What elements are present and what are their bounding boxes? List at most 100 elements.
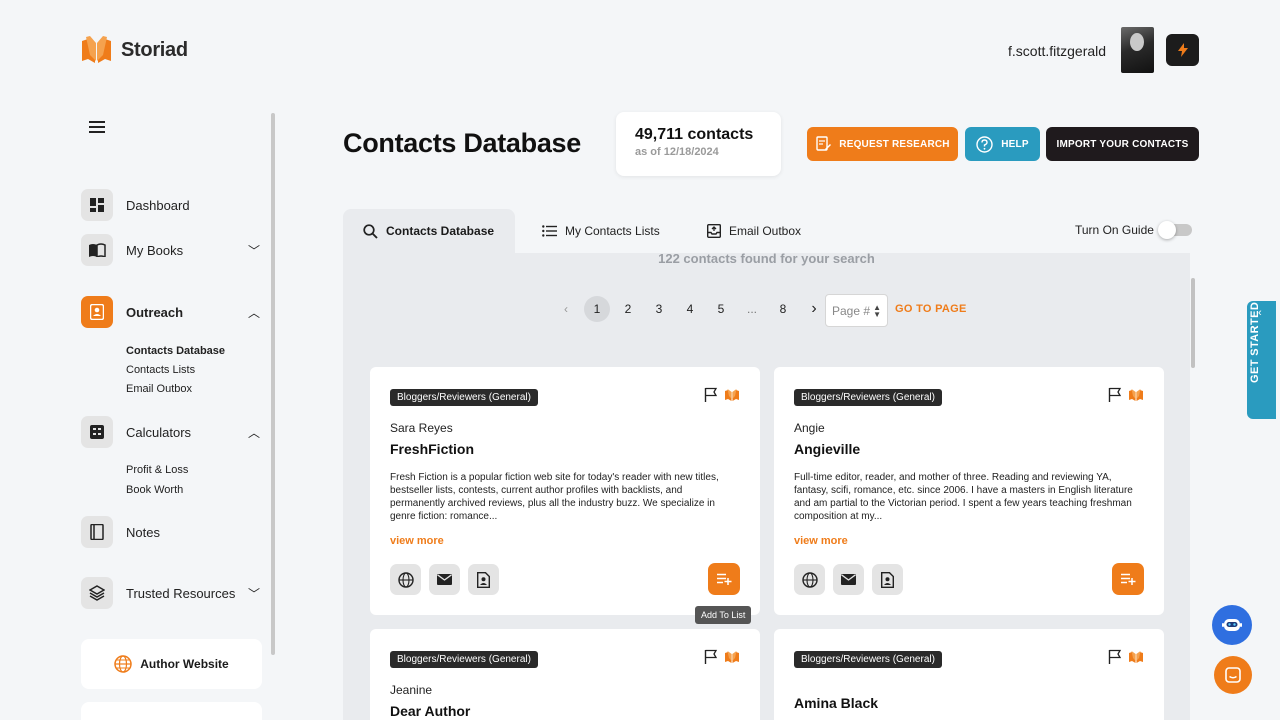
request-research-button[interactable]: REQUEST RESEARCH — [807, 127, 958, 161]
page-number-input[interactable]: Page # ▲ ▼ — [825, 294, 888, 327]
stepper-icon[interactable]: ▲ ▼ — [873, 303, 881, 318]
add-to-list-button[interactable] — [1112, 563, 1144, 595]
contact-description: Full-time editor, reader, and mother of … — [794, 472, 1133, 522]
page-2[interactable]: 2 — [615, 296, 641, 322]
website-button[interactable] — [794, 564, 825, 595]
sidebar-sub-profit-loss[interactable]: Profit & Loss — [126, 464, 188, 476]
mail-icon — [437, 574, 452, 585]
mail-icon — [841, 574, 856, 585]
chat-message-button[interactable] — [1214, 656, 1252, 694]
storiad-book-icon[interactable] — [1128, 388, 1144, 402]
flag-icon[interactable] — [704, 649, 718, 664]
contact-card-icon — [81, 296, 113, 328]
user-name[interactable]: f.scott.fitzgerald — [1008, 43, 1106, 59]
storiad-logo[interactable]: Storiad — [80, 35, 188, 65]
page-3[interactable]: 3 — [646, 296, 672, 322]
email-button[interactable] — [833, 564, 864, 595]
menu-toggle-icon[interactable] — [89, 121, 105, 136]
contact-org: FreshFiction — [390, 441, 475, 457]
category-badge: Bloggers/Reviewers (General) — [390, 651, 538, 668]
dashboard-icon — [81, 189, 113, 221]
document-edit-icon — [816, 136, 832, 151]
flag-icon[interactable] — [704, 387, 718, 402]
card-icons — [704, 387, 740, 402]
sidebar-scrollbar[interactable] — [271, 113, 275, 655]
page-1[interactable]: 1 — [584, 296, 610, 322]
author-website-button[interactable]: Author Website — [81, 639, 262, 689]
chevron-down-icon[interactable]: ﹀ — [247, 585, 261, 602]
prev-page-icon[interactable]: ‹ — [553, 296, 579, 322]
sidebar-item-outreach[interactable]: Outreach ︿ — [81, 296, 261, 328]
search-icon — [363, 223, 378, 239]
view-more-link[interactable]: view more — [390, 535, 740, 547]
storiad-book-icon[interactable] — [724, 650, 740, 664]
sidebar-item-calculators[interactable]: Calculators ︿ — [81, 416, 261, 448]
toggle-switch[interactable] — [1157, 221, 1192, 239]
sidebar-sub-contacts-database[interactable]: Contacts Database — [126, 345, 225, 357]
next-page-icon[interactable]: › — [801, 296, 827, 322]
website-button[interactable] — [390, 564, 421, 595]
contact-card[interactable]: Bloggers/Reviewers (General) Angie Angie… — [774, 367, 1164, 615]
import-contacts-label: IMPORT YOUR CONTACTS — [1056, 138, 1189, 150]
help-button[interactable]: HELP — [965, 127, 1040, 161]
contact-details-button[interactable] — [468, 564, 499, 595]
bolt-button[interactable] — [1166, 34, 1199, 66]
category-badge: Bloggers/Reviewers (General) — [794, 389, 942, 406]
go-to-page-button[interactable]: GO TO PAGE — [895, 303, 967, 315]
sidebar-next-card[interactable] — [81, 702, 262, 720]
sidebar-sub-contacts-lists[interactable]: Contacts Lists — [126, 364, 195, 376]
page-8[interactable]: 8 — [770, 296, 796, 322]
contact-name: Angie — [794, 421, 825, 435]
tab-my-contacts-lists[interactable]: My Contacts Lists — [542, 224, 660, 238]
chevron-down-icon[interactable]: ﹀ — [247, 242, 261, 259]
flag-icon[interactable] — [1108, 649, 1122, 664]
sidebar-sub-book-worth[interactable]: Book Worth — [126, 484, 183, 496]
page-5[interactable]: 5 — [708, 296, 734, 322]
page-4[interactable]: 4 — [677, 296, 703, 322]
email-button[interactable] — [429, 564, 460, 595]
sidebar-item-label: Trusted Resources — [126, 585, 236, 601]
brand-name: Storiad — [121, 38, 188, 61]
guide-toggle-label: Turn On Guide — [1075, 223, 1154, 237]
contact-name: Jeanine — [390, 683, 433, 697]
import-contacts-button[interactable]: IMPORT YOUR CONTACTS — [1046, 127, 1199, 161]
sidebar-item-label: My Books — [126, 242, 184, 258]
contact-details-button[interactable] — [872, 564, 903, 595]
sidebar-item-notes[interactable]: Notes — [81, 516, 261, 548]
card-icons — [704, 649, 740, 664]
contact-card[interactable]: Bloggers/Reviewers (General) Sara Reyes … — [370, 367, 760, 615]
sidebar-item-trusted-resources[interactable]: Trusted Resources ﹀ — [81, 577, 261, 609]
sidebar-item-label: Notes — [126, 524, 160, 540]
category-badge: Bloggers/Reviewers (General) — [390, 389, 538, 406]
author-website-label: Author Website — [140, 657, 229, 671]
request-research-label: REQUEST RESEARCH — [839, 138, 950, 150]
storiad-book-icon[interactable] — [724, 388, 740, 402]
playlist-add-icon — [1120, 573, 1135, 585]
sidebar-item-my-books[interactable]: My Books ﹀ — [81, 234, 261, 266]
chatbot-button[interactable] — [1212, 605, 1252, 645]
sidebar-item-dashboard[interactable]: Dashboard — [81, 189, 261, 221]
tab-email-outbox[interactable]: Email Outbox — [707, 224, 801, 238]
panel-scrollbar[interactable] — [1191, 278, 1195, 368]
flag-icon[interactable] — [1108, 387, 1122, 402]
view-more-link[interactable]: view more — [794, 535, 1144, 547]
sidebar-sub-email-outbox[interactable]: Email Outbox — [126, 383, 192, 395]
calculator-icon — [81, 416, 113, 448]
chevron-up-icon[interactable]: ︿ — [247, 304, 261, 321]
guide-toggle[interactable]: Turn On Guide — [1075, 221, 1192, 239]
storiad-book-icon[interactable] — [1128, 650, 1144, 664]
add-to-list-button[interactable] — [708, 563, 740, 595]
get-started-tab[interactable]: ‹ GET STARTED — [1247, 301, 1276, 419]
robot-icon — [1222, 619, 1242, 631]
contact-card[interactable]: Bloggers/Reviewers (General) Amina Black — [774, 629, 1164, 720]
chat-icon — [1225, 667, 1241, 683]
add-to-list-tooltip: Add To List — [695, 606, 752, 624]
avatar[interactable] — [1121, 27, 1154, 73]
chevron-up-icon[interactable]: ︿ — [247, 424, 261, 441]
tab-contacts-database[interactable]: Contacts Database — [343, 209, 515, 253]
results-count: 122 contacts found for your search — [658, 251, 875, 266]
contacts-count-date: as of 12/18/2024 — [635, 146, 719, 158]
contact-card[interactable]: Bloggers/Reviewers (General) Jeanine Dea… — [370, 629, 760, 720]
sidebar-item-label: Outreach — [126, 304, 184, 320]
card-icons — [1108, 649, 1144, 664]
